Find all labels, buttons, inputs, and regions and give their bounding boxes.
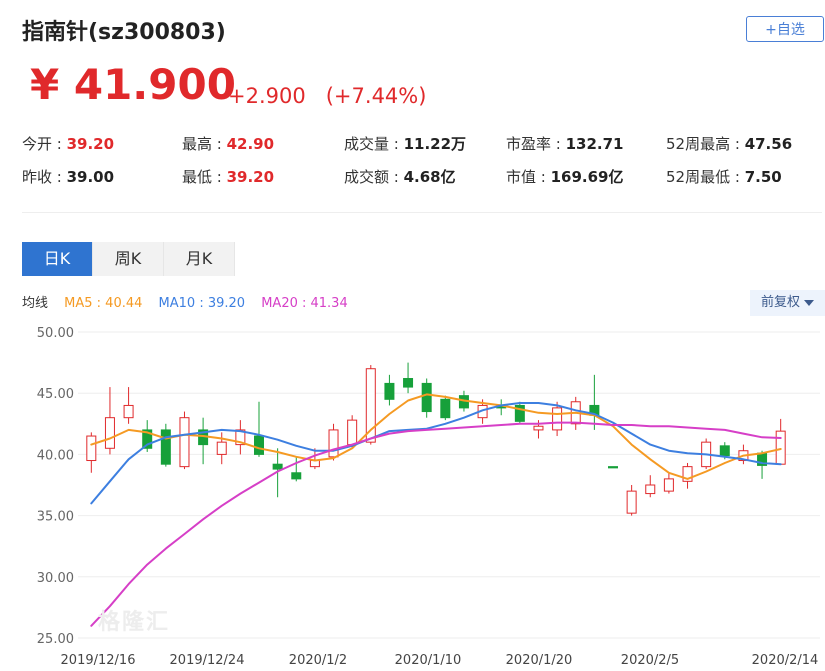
candle [775, 430, 786, 465]
x-tick-label: 2019/12/16 [61, 653, 136, 668]
watermark-logo: 格隆汇 [98, 610, 171, 635]
period-tabs: 日K 周K 月K [22, 242, 235, 276]
candle [123, 404, 134, 419]
stat-turnover: 成交额 : 4.68亿 [344, 168, 456, 186]
stat-prev-close: 昨收 : 39.00 [22, 168, 115, 186]
candle [179, 417, 190, 468]
tab-monthly-k[interactable]: 月K [164, 242, 235, 276]
candle [663, 478, 674, 492]
candle [216, 441, 227, 455]
ma10-legend: MA10 : 39.20 [158, 296, 246, 311]
ma10-line [90, 402, 782, 505]
y-tick-label: 25.00 [37, 632, 74, 647]
ma-legend: 均线 MA5 : 40.44 MA10 : 39.20 MA20 : 41.34 [22, 292, 360, 311]
candle [403, 378, 414, 388]
price-change: +2.900 (+7.44%) [228, 84, 427, 108]
candle [254, 435, 264, 455]
adjust-dropdown[interactable]: 前复权 [750, 290, 825, 316]
stat-open: 今开 : 39.20 [22, 135, 115, 153]
stat-low: 最低 : 39.20 [182, 168, 275, 186]
candle [626, 490, 637, 514]
candle [384, 382, 395, 400]
stat-52w-low: 52周最低 : 7.50 [666, 168, 782, 186]
y-tick-label: 50.00 [37, 326, 74, 341]
y-tick-label: 35.00 [37, 510, 74, 525]
candles [86, 362, 786, 516]
y-axis-labels: 50.00 45.00 40.00 35.00 30.00 25.00 [37, 326, 74, 647]
candle [421, 382, 432, 413]
candle [160, 429, 171, 465]
ma20-line [90, 421, 782, 627]
x-tick-label: 2020/2/5 [621, 653, 679, 668]
candle [608, 466, 618, 469]
ma20-legend: MA20 : 41.34 [261, 296, 348, 311]
add-to-watchlist-button[interactable]: +自选 [746, 16, 824, 42]
candle [86, 435, 97, 462]
candle [533, 425, 544, 431]
x-tick-label: 2019/12/24 [170, 653, 245, 668]
candle [328, 429, 339, 458]
ma-lines [90, 393, 782, 627]
stat-52w-high: 52周最高 : 47.56 [666, 135, 793, 153]
chart-grid [78, 331, 820, 639]
x-tick-label: 2020/1/2 [289, 653, 347, 668]
candle [104, 417, 115, 449]
y-tick-label: 45.00 [37, 387, 74, 402]
tab-weekly-k[interactable]: 周K [93, 242, 164, 276]
chevron-down-icon [804, 299, 814, 306]
candle [719, 445, 730, 457]
stat-pe: 市盈率 : 132.71 [506, 135, 624, 153]
tab-daily-k[interactable]: 日K [22, 242, 93, 276]
candle [272, 463, 283, 470]
x-tick-label: 2020/2/14 [752, 653, 819, 668]
candle [645, 484, 656, 495]
y-tick-label: 30.00 [37, 571, 74, 586]
x-axis-labels: 2019/12/16 2019/12/24 2020/1/2 2020/1/10 202… [61, 653, 819, 668]
adjust-label: 前复权 [760, 295, 800, 310]
y-tick-label: 40.00 [37, 448, 74, 463]
candle [291, 472, 302, 480]
ma5-line [90, 393, 782, 480]
stat-volume: 成交量 : 11.22万 [344, 135, 467, 153]
stat-high: 最高 : 42.90 [182, 135, 275, 153]
candle [440, 398, 451, 419]
stat-market-cap: 市值 : 169.69亿 [506, 168, 624, 186]
ma-legend-label: 均线 [22, 296, 49, 311]
x-tick-label: 2020/1/10 [395, 653, 462, 668]
x-tick-label: 2020/1/20 [506, 653, 573, 668]
divider [22, 212, 822, 213]
ma5-legend: MA5 : 40.44 [64, 296, 143, 311]
current-price: ¥ 41.900 [30, 60, 236, 109]
candle [347, 419, 358, 446]
candle [552, 407, 563, 431]
stock-title: 指南针(sz300803) [22, 20, 226, 45]
